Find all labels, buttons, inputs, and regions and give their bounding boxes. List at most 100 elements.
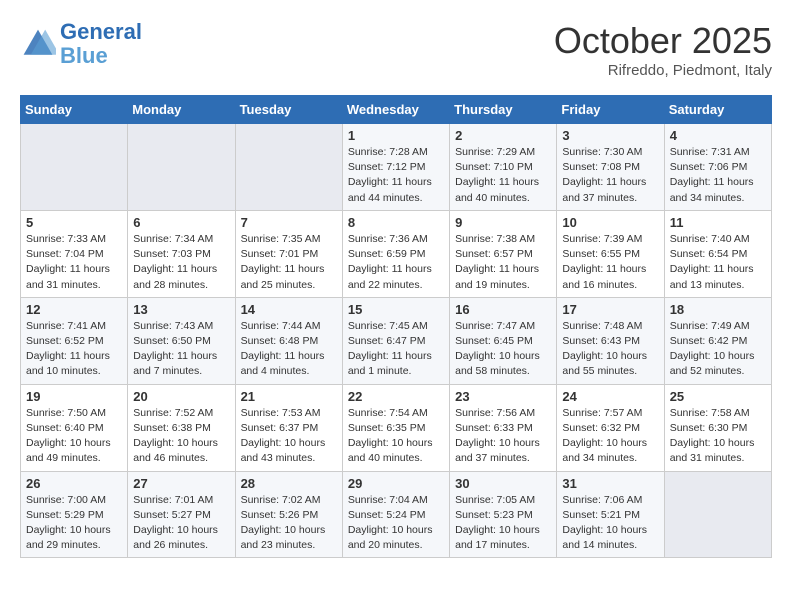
calendar-cell: 1 Sunrise: 7:28 AM Sunset: 7:12 PM Daylig…: [342, 124, 449, 211]
day-info: Sunrise: 7:31 AM Sunset: 7:06 PM Dayligh…: [670, 145, 766, 206]
calendar-cell: 10Sunrise: 7:39 AM Sunset: 6:55 PM Dayli…: [557, 210, 664, 297]
calendar-cell: 29 Sunrise: 7:04 AM Sunset: 5:24 PM Dayli…: [342, 471, 449, 558]
day-info: Sunrise: 7:33 AM Sunset: 7:04 PM Dayligh…: [26, 232, 122, 293]
calendar-header: SundayMondayTuesdayWednesdayThursdayFrid…: [21, 96, 772, 124]
calendar-cell: 25Sunrise: 7:58 AM Sunset: 6:30 PM Dayli…: [664, 384, 771, 471]
day-info: Sunrise: 7:36 AM Sunset: 6:59 PM Dayligh…: [348, 232, 444, 293]
day-info: Sunrise: 7:38 AM Sunset: 6:57 PM Dayligh…: [455, 232, 551, 293]
day-number: 9: [455, 215, 551, 230]
day-info: Sunrise: 7:49 AM Sunset: 6:42 PM Dayligh…: [670, 319, 766, 380]
weekday-header-thursday: Thursday: [450, 96, 557, 124]
logo: General Blue: [20, 20, 142, 68]
calendar-table: SundayMondayTuesdayWednesdayThursdayFrid…: [20, 95, 772, 558]
day-info: Sunrise: 7:35 AM Sunset: 7:01 PM Dayligh…: [241, 232, 337, 293]
calendar-cell: 12 Sunrise: 7:41 AM Sunset: 6:52 PM Dayli…: [21, 297, 128, 384]
calendar-week-1: 1 Sunrise: 7:28 AM Sunset: 7:12 PM Daylig…: [21, 124, 772, 211]
calendar-cell: 27 Sunrise: 7:01 AM Sunset: 5:27 PM Dayli…: [128, 471, 235, 558]
day-number: 15: [348, 302, 444, 317]
day-info: Sunrise: 7:56 AM Sunset: 6:33 PM Dayligh…: [455, 406, 551, 467]
calendar-cell: 19Sunrise: 7:50 AM Sunset: 6:40 PM Dayli…: [21, 384, 128, 471]
page-header: General Blue October 2025 Rifreddo, Pied…: [20, 20, 772, 79]
day-info: Sunrise: 7:47 AM Sunset: 6:45 PM Dayligh…: [455, 319, 551, 380]
day-number: 4: [670, 128, 766, 143]
day-info: Sunrise: 7:00 AM Sunset: 5:29 PM Dayligh…: [26, 493, 122, 554]
day-number: 31: [562, 476, 658, 491]
day-number: 24: [562, 389, 658, 404]
day-info: Sunrise: 7:04 AM Sunset: 5:24 PM Dayligh…: [348, 493, 444, 554]
day-number: 20: [133, 389, 229, 404]
calendar-cell: 8 Sunrise: 7:36 AM Sunset: 6:59 PM Daylig…: [342, 210, 449, 297]
day-info: Sunrise: 7:01 AM Sunset: 5:27 PM Dayligh…: [133, 493, 229, 554]
day-info: Sunrise: 7:02 AM Sunset: 5:26 PM Dayligh…: [241, 493, 337, 554]
day-number: 26: [26, 476, 122, 491]
calendar-cell: 28Sunrise: 7:02 AM Sunset: 5:26 PM Dayli…: [235, 471, 342, 558]
day-number: 23: [455, 389, 551, 404]
calendar-cell: 6Sunrise: 7:34 AM Sunset: 7:03 PM Daylig…: [128, 210, 235, 297]
day-number: 7: [241, 215, 337, 230]
day-number: 29: [348, 476, 444, 491]
calendar-cell: 21Sunrise: 7:53 AM Sunset: 6:37 PM Dayli…: [235, 384, 342, 471]
calendar-week-5: 26 Sunrise: 7:00 AM Sunset: 5:29 PM Dayli…: [21, 471, 772, 558]
calendar-cell: 24Sunrise: 7:57 AM Sunset: 6:32 PM Dayli…: [557, 384, 664, 471]
day-number: 3: [562, 128, 658, 143]
day-number: 16: [455, 302, 551, 317]
calendar-cell: 5 Sunrise: 7:33 AM Sunset: 7:04 PM Daylig…: [21, 210, 128, 297]
day-info: Sunrise: 7:41 AM Sunset: 6:52 PM Dayligh…: [26, 319, 122, 380]
day-info: Sunrise: 7:28 AM Sunset: 7:12 PM Dayligh…: [348, 145, 444, 206]
calendar-cell: 11Sunrise: 7:40 AM Sunset: 6:54 PM Dayli…: [664, 210, 771, 297]
day-info: Sunrise: 7:44 AM Sunset: 6:48 PM Dayligh…: [241, 319, 337, 380]
day-number: 17: [562, 302, 658, 317]
calendar-cell: [128, 124, 235, 211]
day-info: Sunrise: 7:43 AM Sunset: 6:50 PM Dayligh…: [133, 319, 229, 380]
day-number: 11: [670, 215, 766, 230]
weekday-header-friday: Friday: [557, 96, 664, 124]
day-number: 2: [455, 128, 551, 143]
day-info: Sunrise: 7:05 AM Sunset: 5:23 PM Dayligh…: [455, 493, 551, 554]
calendar-cell: 31 Sunrise: 7:06 AM Sunset: 5:21 PM Dayli…: [557, 471, 664, 558]
day-number: 21: [241, 389, 337, 404]
calendar-week-3: 12 Sunrise: 7:41 AM Sunset: 6:52 PM Dayli…: [21, 297, 772, 384]
logo-text: General Blue: [60, 20, 142, 68]
day-number: 13: [133, 302, 229, 317]
calendar-cell: 17 Sunrise: 7:48 AM Sunset: 6:43 PM Dayli…: [557, 297, 664, 384]
day-number: 5: [26, 215, 122, 230]
day-info: Sunrise: 7:39 AM Sunset: 6:55 PM Dayligh…: [562, 232, 658, 293]
day-info: Sunrise: 7:54 AM Sunset: 6:35 PM Dayligh…: [348, 406, 444, 467]
calendar-cell: 13 Sunrise: 7:43 AM Sunset: 6:50 PM Dayli…: [128, 297, 235, 384]
month-title: October 2025: [554, 20, 772, 62]
day-number: 12: [26, 302, 122, 317]
calendar-cell: 18 Sunrise: 7:49 AM Sunset: 6:42 PM Dayli…: [664, 297, 771, 384]
calendar-cell: 22 Sunrise: 7:54 AM Sunset: 6:35 PM Dayli…: [342, 384, 449, 471]
day-info: Sunrise: 7:06 AM Sunset: 5:21 PM Dayligh…: [562, 493, 658, 554]
calendar-cell: 23 Sunrise: 7:56 AM Sunset: 6:33 PM Dayli…: [450, 384, 557, 471]
day-number: 8: [348, 215, 444, 230]
day-info: Sunrise: 7:34 AM Sunset: 7:03 PM Dayligh…: [133, 232, 229, 293]
day-number: 27: [133, 476, 229, 491]
calendar-body: 1 Sunrise: 7:28 AM Sunset: 7:12 PM Daylig…: [21, 124, 772, 558]
weekday-header-sunday: Sunday: [21, 96, 128, 124]
calendar-cell: 16 Sunrise: 7:47 AM Sunset: 6:45 PM Dayli…: [450, 297, 557, 384]
calendar-week-2: 5 Sunrise: 7:33 AM Sunset: 7:04 PM Daylig…: [21, 210, 772, 297]
calendar-week-4: 19Sunrise: 7:50 AM Sunset: 6:40 PM Dayli…: [21, 384, 772, 471]
day-info: Sunrise: 7:29 AM Sunset: 7:10 PM Dayligh…: [455, 145, 551, 206]
location: Rifreddo, Piedmont, Italy: [554, 62, 772, 79]
day-number: 1: [348, 128, 444, 143]
day-info: Sunrise: 7:48 AM Sunset: 6:43 PM Dayligh…: [562, 319, 658, 380]
day-info: Sunrise: 7:45 AM Sunset: 6:47 PM Dayligh…: [348, 319, 444, 380]
calendar-cell: [21, 124, 128, 211]
day-number: 19: [26, 389, 122, 404]
day-number: 18: [670, 302, 766, 317]
day-number: 30: [455, 476, 551, 491]
calendar-cell: 2 Sunrise: 7:29 AM Sunset: 7:10 PM Daylig…: [450, 124, 557, 211]
title-block: October 2025 Rifreddo, Piedmont, Italy: [554, 20, 772, 79]
weekday-header-tuesday: Tuesday: [235, 96, 342, 124]
weekday-header-monday: Monday: [128, 96, 235, 124]
weekday-header-saturday: Saturday: [664, 96, 771, 124]
day-info: Sunrise: 7:30 AM Sunset: 7:08 PM Dayligh…: [562, 145, 658, 206]
day-number: 22: [348, 389, 444, 404]
logo-icon: [20, 26, 56, 62]
calendar-cell: 7 Sunrise: 7:35 AM Sunset: 7:01 PM Daylig…: [235, 210, 342, 297]
calendar-cell: 14Sunrise: 7:44 AM Sunset: 6:48 PM Dayli…: [235, 297, 342, 384]
calendar-cell: [664, 471, 771, 558]
calendar-cell: 3 Sunrise: 7:30 AM Sunset: 7:08 PM Daylig…: [557, 124, 664, 211]
